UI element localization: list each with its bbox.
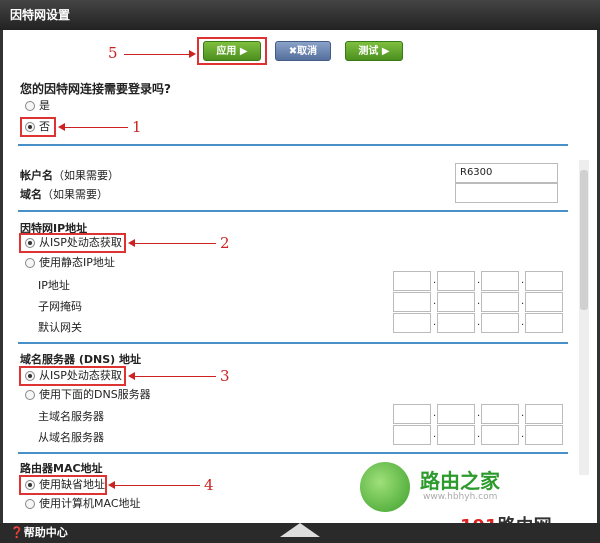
mac-heading: 路由器MAC地址 — [20, 462, 103, 475]
secondary-dns-octet-3-input[interactable] — [481, 425, 519, 445]
annotation-number-3: 3 — [220, 367, 230, 385]
subnet-mask-label: 子网掩码 — [38, 300, 82, 313]
radio-label: 从ISP处动态获取 — [39, 369, 122, 382]
octet-separator: . — [433, 296, 437, 307]
secondary-dns-octet-1-input[interactable] — [393, 425, 431, 445]
subnet-mask-octet-3-input[interactable] — [481, 292, 519, 312]
octet-separator: . — [477, 275, 481, 286]
octet-separator: . — [477, 296, 481, 307]
annotation-arrow-3 — [128, 372, 216, 380]
login-question: 您的因特网连接需要登录吗? — [20, 82, 171, 96]
default-gateway-octet-4-input[interactable] — [525, 313, 563, 333]
domain-name-input[interactable] — [455, 183, 558, 203]
annotation-number-1: 1 — [132, 118, 142, 136]
watermark-brand: 路由之家 — [420, 469, 500, 493]
section-divider — [18, 342, 568, 344]
octet-separator: . — [477, 317, 481, 328]
apply-button[interactable]: 应用 ▶ — [203, 41, 261, 61]
octet-separator: . — [433, 317, 437, 328]
account-label: 帐户名（如果需要） — [20, 169, 119, 182]
radio-label: 使用缺省地址 — [39, 478, 105, 491]
octet-separator: . — [521, 296, 525, 307]
radio-label: 否 — [39, 120, 50, 133]
radio-mac-default[interactable]: 使用缺省地址 — [25, 477, 105, 493]
watermark-url: www.hbhyh.com — [423, 492, 498, 502]
default-gateway-octet-3-input[interactable] — [481, 313, 519, 333]
radio-dot[interactable] — [25, 101, 35, 111]
octet-separator: . — [521, 317, 525, 328]
radio-dns-dynamic[interactable]: 从ISP处动态获取 — [25, 368, 122, 384]
octet-separator: . — [521, 408, 525, 419]
octet-separator: . — [521, 429, 525, 440]
primary-dns-octet-1-input[interactable] — [393, 404, 431, 424]
dns-heading: 域名服务器 (DNS) 地址 — [20, 353, 141, 366]
radio-login-yes[interactable]: 是 — [25, 98, 50, 114]
annotation-arrow-4 — [108, 481, 200, 489]
scrollbar[interactable] — [579, 160, 589, 475]
radio-dot-selected[interactable] — [25, 122, 35, 132]
radio-label: 使用静态IP地址 — [39, 256, 115, 269]
cancel-button[interactable]: ✖取消 — [275, 41, 331, 61]
secondary-dns-octet-4-input[interactable] — [525, 425, 563, 445]
annotation-number-5: 5 — [108, 44, 118, 62]
secondary-dns-octet-2-input[interactable] — [437, 425, 475, 445]
radio-label: 从ISP处动态获取 — [39, 236, 122, 249]
radio-login-no[interactable]: 否 — [25, 119, 50, 135]
radio-label: 是 — [39, 99, 50, 112]
radio-dot-selected[interactable] — [25, 238, 35, 248]
section-divider — [18, 144, 568, 146]
primary-dns-label: 主域名服务器 — [38, 410, 104, 423]
radio-dot[interactable] — [25, 258, 35, 268]
ip-address-octet-1-input[interactable] — [393, 271, 431, 291]
radio-mac-computer[interactable]: 使用计算机MAC地址 — [25, 496, 141, 512]
ip-address-octet-3-input[interactable] — [481, 271, 519, 291]
primary-dns-octet-2-input[interactable] — [437, 404, 475, 424]
window-title: 因特网设置 — [0, 0, 600, 30]
octet-separator: . — [433, 275, 437, 286]
annotation-arrow-1 — [58, 123, 128, 131]
octet-separator: . — [433, 429, 437, 440]
octet-separator: . — [477, 429, 481, 440]
default-gateway-octet-2-input[interactable] — [437, 313, 475, 333]
ip-address-label: IP地址 — [38, 279, 70, 292]
ip-address-octet-2-input[interactable] — [437, 271, 475, 291]
subnet-mask-octet-4-input[interactable] — [525, 292, 563, 312]
help-center-link[interactable]: ❓帮助中心 — [10, 526, 68, 539]
domain-label: 域名（如果需要） — [20, 188, 108, 201]
primary-dns-octet-3-input[interactable] — [481, 404, 519, 424]
account-name-input[interactable]: R6300 — [455, 163, 558, 183]
radio-ip-dynamic[interactable]: 从ISP处动态获取 — [25, 235, 122, 251]
radio-dot[interactable] — [25, 390, 35, 400]
watermark-logo-icon — [360, 462, 410, 512]
section-divider — [18, 210, 568, 212]
gateway-label: 默认网关 — [38, 321, 82, 334]
octet-separator: . — [477, 408, 481, 419]
radio-dot[interactable] — [25, 499, 35, 509]
radio-dot-selected[interactable] — [25, 371, 35, 381]
primary-dns-octet-4-input[interactable] — [525, 404, 563, 424]
radio-ip-static[interactable]: 使用静态IP地址 — [25, 255, 115, 271]
annotation-number-4: 4 — [204, 476, 214, 494]
annotation-arrow-2 — [128, 239, 216, 247]
secondary-dns-label: 从域名服务器 — [38, 431, 104, 444]
scroll-up-icon[interactable] — [280, 523, 320, 537]
annotation-number-2: 2 — [220, 234, 230, 252]
ip-address-octet-4-input[interactable] — [525, 271, 563, 291]
section-divider — [18, 452, 568, 454]
radio-label: 使用下面的DNS服务器 — [39, 388, 151, 401]
subnet-mask-octet-2-input[interactable] — [437, 292, 475, 312]
radio-dot-selected[interactable] — [25, 480, 35, 490]
radio-label: 使用计算机MAC地址 — [39, 497, 141, 510]
radio-dns-manual[interactable]: 使用下面的DNS服务器 — [25, 387, 151, 403]
octet-separator: . — [521, 275, 525, 286]
footer-bar: ❓帮助中心 — [0, 523, 600, 543]
test-button[interactable]: 测试 ▶ — [345, 41, 403, 61]
subnet-mask-octet-1-input[interactable] — [393, 292, 431, 312]
scrollbar-thumb[interactable] — [580, 170, 588, 310]
annotation-arrow-5 — [124, 50, 196, 58]
octet-separator: . — [433, 408, 437, 419]
default-gateway-octet-1-input[interactable] — [393, 313, 431, 333]
